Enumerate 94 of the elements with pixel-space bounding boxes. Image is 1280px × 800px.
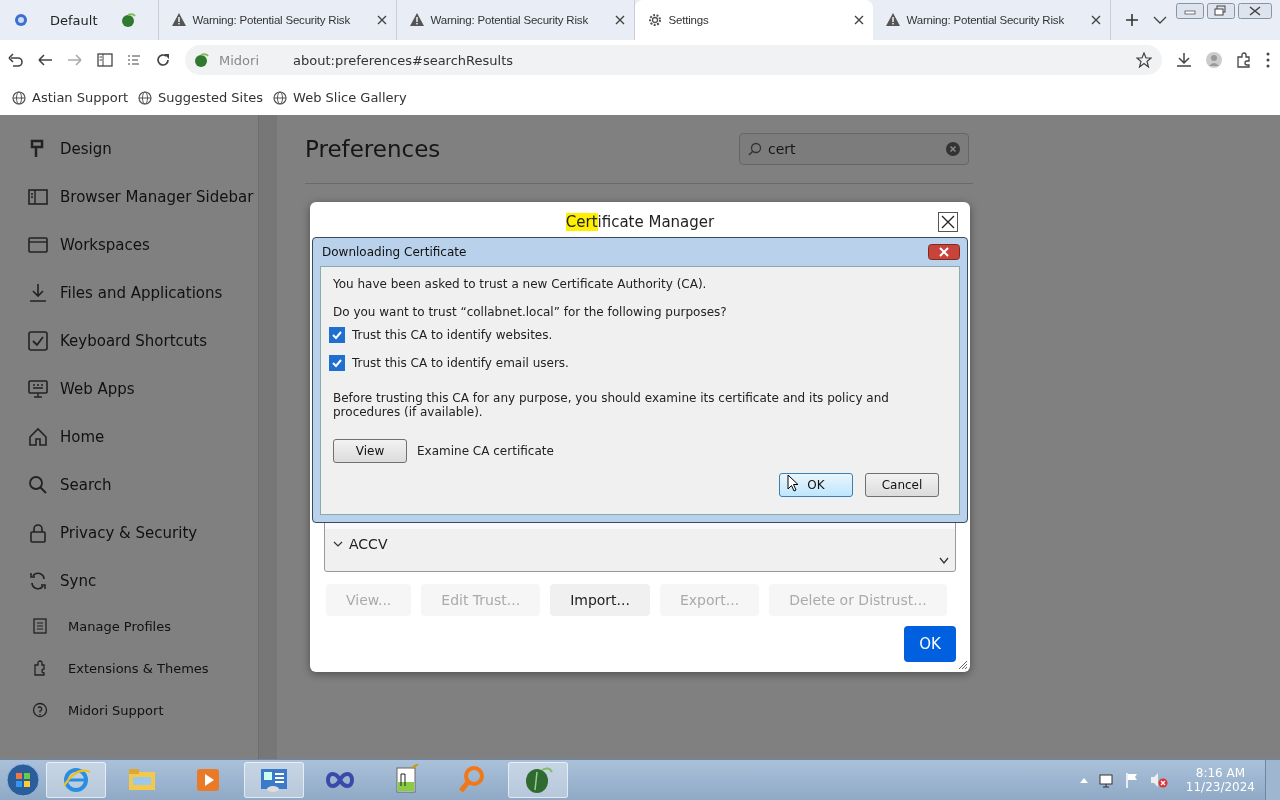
resize-grip-icon[interactable] xyxy=(958,660,968,670)
globe-icon xyxy=(273,90,288,105)
sidebar-item[interactable]: Design xyxy=(28,125,258,173)
sidebar-item[interactable]: Privacy & Security xyxy=(28,509,258,557)
page-title: Preferences xyxy=(305,136,441,162)
url-text: about:preferences#searchResults xyxy=(293,52,514,68)
sidebar-item[interactable]: Workspaces xyxy=(28,221,258,269)
checkbox[interactable] xyxy=(329,355,345,371)
search-icon xyxy=(28,475,48,495)
star-icon[interactable] xyxy=(1136,52,1152,68)
sidebar-item[interactable]: Search xyxy=(28,461,258,509)
address-bar[interactable]: Midori about:preferences#searchResults xyxy=(185,45,1162,75)
close-icon[interactable] xyxy=(928,244,960,260)
reload-icon[interactable] xyxy=(155,52,171,68)
bookmark[interactable]: Web Slice Gallery xyxy=(273,90,407,105)
tab-title: Warning: Potential Security Risk xyxy=(430,14,589,26)
leaf-icon xyxy=(119,12,136,28)
settings-icon xyxy=(646,12,663,28)
back-icon[interactable] xyxy=(37,52,53,68)
restore-icon[interactable] xyxy=(1207,3,1235,19)
sidebar-item[interactable]: Files and Applications xyxy=(28,269,258,317)
document-icon xyxy=(32,618,48,634)
sidebar-item[interactable]: Manage Profiles xyxy=(28,605,258,647)
browser-tab[interactable]: Settings xyxy=(634,0,873,40)
clear-icon[interactable] xyxy=(946,142,960,156)
lock-icon xyxy=(28,523,48,543)
search-icon xyxy=(748,142,762,156)
bookmark[interactable]: Astian Support xyxy=(12,90,129,105)
sidebar-item[interactable]: Browser Manager Sidebar xyxy=(28,173,258,221)
checkbox-label: Trust this CA to identify email users. xyxy=(352,356,569,370)
close-icon[interactable] xyxy=(375,14,388,26)
puzzle-icon[interactable] xyxy=(1236,52,1252,68)
intro-text: You have been asked to trust a new Certificate Authority (CA). xyxy=(333,277,708,291)
download-icon[interactable] xyxy=(1176,52,1192,68)
menu-icon[interactable] xyxy=(1266,52,1270,68)
question-text: Do you want to trust “collabnet.local” for the following purposes? xyxy=(333,305,728,319)
monitor-icon xyxy=(28,379,48,399)
list-icon[interactable] xyxy=(127,54,141,66)
dialog-button[interactable]: Import... xyxy=(550,584,650,616)
close-icon[interactable] xyxy=(852,14,865,26)
checkbox-icon xyxy=(28,331,48,351)
mouse-pointer-icon xyxy=(787,474,799,492)
minimize-icon[interactable] xyxy=(1176,3,1204,19)
avatar-icon[interactable] xyxy=(1206,52,1222,68)
sidebar-item[interactable]: Keyboard Shortcuts xyxy=(28,317,258,365)
chevron-down-icon[interactable] xyxy=(1152,15,1167,25)
tree-row[interactable]: ACCV xyxy=(325,529,955,559)
tab-title: Warning: Potential Security Risk xyxy=(192,14,351,26)
scroll-down-icon[interactable] xyxy=(939,557,949,565)
sidebar-item[interactable]: Sync xyxy=(28,557,258,605)
close-icon[interactable] xyxy=(938,212,958,232)
warning-icon xyxy=(884,12,901,28)
profile-name: Default xyxy=(50,12,98,28)
ok-button[interactable]: OK xyxy=(779,473,853,497)
home-icon xyxy=(28,427,48,447)
advice-text: Before trusting this CA for any purpose, you should examine its certificate and its policy and procedures (if available). xyxy=(333,391,890,419)
view-button[interactable]: View xyxy=(333,439,407,463)
plus-icon[interactable] xyxy=(1124,13,1139,27)
network-icon[interactable] xyxy=(1097,772,1114,788)
window-icon xyxy=(28,235,48,255)
close-icon[interactable] xyxy=(1089,14,1102,26)
bookmark[interactable]: Suggested Sites xyxy=(138,90,264,105)
start-button-icon[interactable] xyxy=(6,763,40,797)
checkbox[interactable] xyxy=(329,327,345,343)
sidebar-icon[interactable] xyxy=(97,53,113,67)
dialog-title: Downloading Certificate xyxy=(322,245,467,259)
close-icon[interactable] xyxy=(613,14,626,26)
sidebar-item[interactable]: Midori Support xyxy=(28,689,258,731)
tab-title: Warning: Potential Security Risk xyxy=(906,14,1065,26)
leaf-icon xyxy=(193,52,209,68)
profile-icon xyxy=(14,13,28,27)
speaker-muted-icon[interactable] xyxy=(1149,772,1168,788)
sync-icon xyxy=(28,571,48,591)
site-label: Midori xyxy=(219,52,259,68)
view-label: Examine CA certificate xyxy=(417,444,554,458)
sidebar-item[interactable]: Home xyxy=(28,413,258,461)
sidebar-icon xyxy=(28,187,48,207)
ok-button[interactable]: OK xyxy=(904,626,956,662)
scrollbar[interactable] xyxy=(258,115,277,759)
cancel-button[interactable]: Cancel xyxy=(865,473,939,497)
sidebar-item[interactable]: Extensions & Themes xyxy=(28,647,258,689)
puzzle-icon xyxy=(32,660,48,676)
globe-icon xyxy=(138,90,153,105)
undo-icon[interactable] xyxy=(7,52,23,68)
warning-icon xyxy=(170,12,187,28)
help-icon xyxy=(32,702,48,718)
globe-icon xyxy=(12,90,26,105)
close-icon[interactable] xyxy=(1238,3,1272,19)
sidebar-item[interactable]: Web Apps xyxy=(28,365,258,413)
warning-icon xyxy=(408,12,425,28)
checkbox-label: Trust this CA to identify websites. xyxy=(352,328,553,342)
download-icon xyxy=(28,283,48,303)
tab-title: Settings xyxy=(668,14,710,26)
search-field[interactable]: cert xyxy=(739,133,969,165)
